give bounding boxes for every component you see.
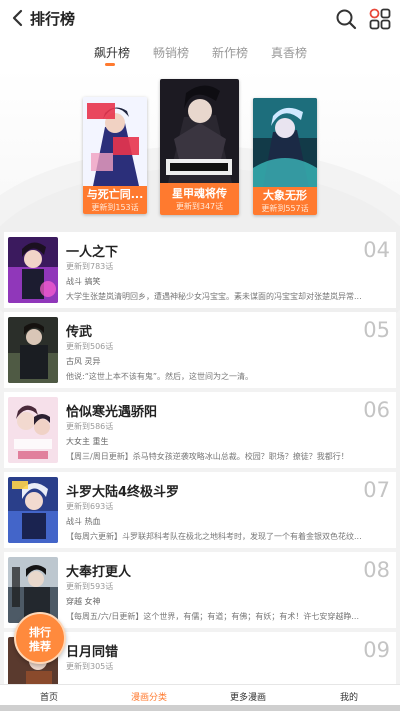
cover-image — [8, 317, 58, 383]
item-title: 大奉打更人 — [66, 565, 132, 580]
list-item[interactable]: 大奉打更人 更新到593话 穿越 女神 【每周五/六/日更新】这个世界，有儒；有… — [4, 552, 396, 628]
podium-update: 更新到347话 — [175, 202, 224, 211]
cover-image — [160, 79, 239, 183]
item-description: 他说:“这世上本不该有鬼”。然后，这世间为之一清。 — [66, 372, 253, 381]
item-rank: 09 — [363, 638, 390, 662]
cover-image — [8, 397, 58, 463]
cover-image — [8, 477, 58, 543]
item-tags: 穿越 女神 — [66, 597, 101, 606]
item-description: 【周三/周日更新】杀马特女孩逆袭攻略冰山总裁。校园？职场？撩徒？我都行！ — [66, 452, 349, 461]
podium-label: 与死亡同... 更新到153话 — [83, 186, 147, 214]
item-rank: 04 — [363, 238, 390, 262]
item-tags: 战斗 热血 — [66, 517, 101, 526]
podium-title: 星甲魂将传 — [172, 187, 227, 200]
badge-line-1: 排行 — [29, 626, 51, 639]
item-tags: 古风 灵异 — [66, 357, 101, 366]
item-update: 更新到586话 — [66, 422, 114, 431]
podium-title: 大象无形 — [263, 189, 307, 202]
list-item[interactable]: 传武 更新到506话 古风 灵异 他说:“这世上本不该有鬼”。然后，这世间为之一… — [4, 312, 396, 388]
tab-active-indicator — [105, 63, 115, 66]
item-description: 【每周五/六/日更新】这个世界，有儒；有道；有佛；有妖；有术！许七安穿越睁... — [66, 612, 360, 621]
search-icon[interactable] — [335, 8, 357, 30]
podium-card-rank-1[interactable]: 星甲魂将传 更新到347话 — [160, 79, 239, 215]
item-tags: 战斗 搞笑 — [66, 277, 101, 286]
item-rank: 08 — [363, 558, 390, 582]
app-header: 排行榜 — [0, 0, 400, 36]
cover-image — [8, 237, 58, 303]
item-title: 斗罗大陆4终极斗罗 — [66, 485, 180, 500]
list-item[interactable]: 恰似寒光遇骄阳 更新到586话 大女主 重生 【周三/周日更新】杀马特女孩逆袭攻… — [4, 392, 396, 468]
item-update: 更新到693话 — [66, 502, 114, 511]
tab-popular[interactable]: 真香榜 — [271, 44, 307, 61]
nav-comic-categories[interactable]: 漫画分类 — [131, 690, 167, 703]
tab-new-works[interactable]: 新作榜 — [212, 44, 248, 61]
item-update: 更新到783话 — [66, 262, 114, 271]
nav-mine[interactable]: 我的 — [340, 690, 358, 703]
item-update: 更新到506话 — [66, 342, 114, 351]
item-title: 日月同错 — [66, 645, 119, 660]
podium-label: 大象无形 更新到557话 — [253, 187, 317, 215]
nav-home[interactable]: 首页 — [40, 690, 58, 703]
podium-card-rank-3[interactable]: 大象无形 更新到557话 — [253, 98, 317, 215]
badge-line-2: 推荐 — [29, 640, 51, 653]
ranking-page: 排行榜 飙升榜 畅销榜 新作榜 真香榜 与死亡同... 更新到153话 星甲魂将… — [0, 0, 400, 711]
system-bar — [0, 705, 400, 711]
list-item[interactable]: 斗罗大陆4终极斗罗 更新到693话 战斗 热血 【每周六更新】斗罗联邦科考队在极… — [4, 472, 396, 548]
podium-label: 星甲魂将传 更新到347话 — [160, 183, 239, 215]
podium-card-rank-2[interactable]: 与死亡同... 更新到153话 — [83, 97, 147, 214]
ranking-recommend-badge[interactable]: 排行 推荐 — [14, 612, 66, 664]
item-title: 传武 — [66, 325, 93, 340]
item-tags: 大女主 重生 — [66, 437, 109, 446]
podium-update: 更新到557话 — [261, 204, 309, 213]
chevron-left-icon[interactable] — [8, 8, 28, 28]
cover-image — [253, 98, 317, 187]
item-description: 大学生张楚岚清明回乡，遭遇神秘少女冯宝宝。素未谋面的冯宝宝却对张楚岚异常... — [66, 292, 362, 301]
item-rank: 07 — [363, 478, 390, 502]
podium-update: 更新到153话 — [91, 203, 139, 212]
item-rank: 05 — [363, 318, 390, 342]
item-update: 更新到305话 — [66, 662, 114, 671]
podium-title: 与死亡同... — [86, 188, 144, 201]
cover-image — [83, 97, 147, 186]
page-title: 排行榜 — [30, 10, 76, 28]
tab-soaring[interactable]: 飙升榜 — [94, 44, 130, 61]
item-rank: 06 — [363, 398, 390, 422]
ranking-tabs: 飙升榜 畅销榜 新作榜 真香榜 — [0, 36, 400, 68]
grid-icon[interactable] — [369, 8, 391, 30]
nav-more-comics[interactable]: 更多漫画 — [230, 690, 266, 703]
list-item[interactable]: 一人之下 更新到783话 战斗 搞笑 大学生张楚岚清明回乡，遭遇神秘少女冯宝宝。… — [4, 232, 396, 308]
item-title: 一人之下 — [66, 245, 119, 260]
item-description: 【每周六更新】斗罗联邦科考队在极北之地科考时，发现了一个有着金银双色花纹... — [66, 532, 362, 541]
item-title: 恰似寒光遇骄阳 — [66, 405, 158, 420]
top3-podium: 与死亡同... 更新到153话 星甲魂将传 更新到347话 大象无形 更新到55… — [0, 68, 400, 368]
item-update: 更新到593话 — [66, 582, 114, 591]
tab-bestselling[interactable]: 畅销榜 — [153, 44, 189, 61]
